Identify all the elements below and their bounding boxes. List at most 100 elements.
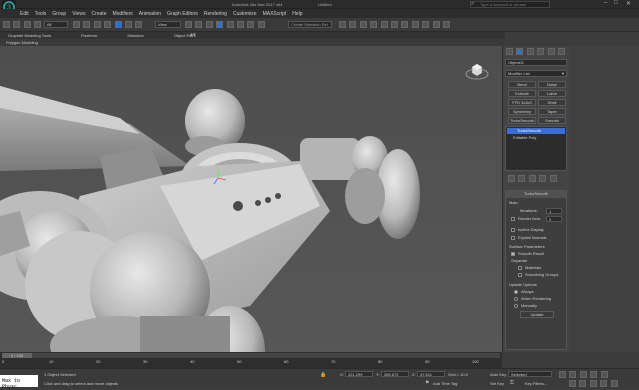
x-coordinate-field[interactable]: 421.299 [345, 371, 373, 377]
menu-item-maxscript[interactable]: MAXScript [263, 11, 287, 17]
link-icon[interactable] [23, 21, 31, 28]
move-icon[interactable] [114, 21, 122, 28]
unlink-icon[interactable] [34, 21, 42, 28]
noise-button[interactable]: Noise [538, 81, 566, 88]
smooth-button[interactable]: Smooth [538, 117, 566, 124]
select-manipulate-icon[interactable] [195, 21, 203, 28]
add-time-tag[interactable]: Add Time Tag [433, 381, 457, 386]
percent-snap-icon[interactable] [236, 21, 244, 28]
isoline-checkbox[interactable] [511, 227, 517, 233]
menu-item-edit[interactable]: Edit [20, 11, 29, 17]
menu-item-graph-editors[interactable]: Graph Editors [167, 11, 198, 17]
graphite-toggle-icon[interactable] [380, 21, 388, 28]
update-button[interactable]: Update [520, 311, 554, 318]
reference-coord-dropdown[interactable]: View [155, 21, 181, 28]
menu-item-help[interactable]: Help [292, 11, 302, 17]
show-end-result-icon[interactable] [518, 175, 526, 182]
material-editor-icon[interactable] [411, 21, 419, 28]
search-field[interactable]: Type a keyword or phrase [470, 1, 550, 8]
menu-item-modifiers[interactable]: Modifiers [112, 11, 132, 17]
motion-tab-icon[interactable] [537, 48, 545, 55]
modifier-stack[interactable]: TurboSmooth Editable Poly [505, 126, 567, 171]
create-tab-icon[interactable] [506, 48, 513, 55]
materials-checkbox[interactable] [518, 265, 524, 271]
menu-item-rendering[interactable]: Rendering [204, 11, 227, 17]
menu-item-customize[interactable]: Customize [233, 11, 257, 17]
selection-filter-dropdown[interactable]: All [44, 21, 68, 28]
minimize-icon[interactable]: – [604, 0, 607, 6]
rendered-frame-icon[interactable] [432, 21, 440, 28]
key-mode-dropdown[interactable]: Selected [508, 371, 552, 377]
snaps-toggle-icon[interactable] [216, 21, 224, 28]
play-icon[interactable] [579, 371, 587, 378]
viewcube-icon[interactable] [465, 60, 489, 80]
modifier-list-dropdown[interactable]: Modifier List ▼ [505, 70, 567, 77]
stack-item-turbosmooth[interactable]: TurboSmooth [507, 128, 565, 134]
y-coordinate-field[interactable]: 289.672 [381, 371, 409, 377]
pin-stack-icon[interactable] [508, 175, 515, 182]
maximize-viewport-icon[interactable] [610, 380, 618, 387]
shell-button[interactable]: Shell [538, 99, 566, 106]
window-crossing-icon[interactable] [104, 21, 112, 28]
stack-item-editable-poly[interactable]: Editable Poly [507, 135, 565, 141]
z-coordinate-field[interactable]: 47.611 [417, 371, 445, 377]
render-iters-spinner[interactable]: 0 [546, 216, 562, 222]
orbit-icon[interactable] [589, 380, 597, 387]
go-to-end-icon[interactable] [600, 371, 608, 378]
next-frame-icon[interactable] [590, 371, 598, 378]
always-radio[interactable] [514, 289, 520, 295]
scale-icon[interactable] [135, 21, 143, 28]
extrude-button[interactable]: Extrude [508, 90, 536, 97]
pivot-center-icon[interactable] [185, 21, 192, 28]
zoom-all-icon[interactable] [579, 380, 587, 387]
key-icon[interactable]: ⚿ [510, 380, 514, 386]
utilities-tab-icon[interactable] [557, 48, 565, 55]
layer-manager-icon[interactable] [359, 21, 367, 28]
mirror-icon[interactable] [339, 21, 346, 28]
close-icon[interactable]: ✕ [626, 0, 631, 7]
maxscript-listener[interactable]: Max to Physc. [0, 375, 38, 390]
remove-modifier-icon[interactable] [539, 175, 547, 182]
rotate-icon[interactable] [124, 21, 132, 28]
turbosmooth-button[interactable]: TurboSmooth [508, 117, 536, 124]
key-filters-button[interactable]: Key Filters... [525, 381, 547, 386]
iterations-spinner[interactable]: 1 [546, 208, 562, 214]
manually-radio[interactable] [514, 303, 520, 309]
ribbon-tab-selection[interactable]: Selection [127, 33, 143, 38]
time-slider-thumb[interactable]: 0 / 100 [2, 353, 32, 358]
when-rendering-radio[interactable] [514, 296, 520, 302]
scene-explorer-icon[interactable] [370, 21, 378, 28]
go-to-start-icon[interactable] [559, 371, 566, 378]
align-icon[interactable] [349, 21, 357, 28]
undo-icon[interactable] [3, 21, 10, 28]
modify-tab-icon[interactable] [516, 48, 524, 55]
hierarchy-tab-icon[interactable] [526, 48, 534, 55]
display-tab-icon[interactable] [547, 48, 555, 55]
schematic-view-icon[interactable] [401, 21, 409, 28]
spinner-snap-icon[interactable] [247, 21, 255, 28]
rect-select-icon[interactable] [93, 21, 101, 28]
set-key-button[interactable]: Set Key [490, 381, 504, 386]
time-slider[interactable]: 0 / 100 [2, 353, 500, 358]
ribbon-tab-freeform[interactable]: Freeform [81, 33, 97, 38]
curve-editor-icon[interactable] [390, 21, 398, 28]
keyboard-shortcut-icon[interactable] [205, 21, 213, 28]
search-icon[interactable]: ⌕ [471, 1, 474, 8]
maximize-icon[interactable]: □ [614, 0, 618, 6]
rollout-header[interactable]: TurboSmooth [506, 191, 566, 198]
ffd-3x3x3-button[interactable]: FFD 3x3x3 [508, 99, 536, 106]
object-name-field[interactable]: Object01 [505, 59, 567, 66]
named-selection-dropdown[interactable]: Create Selection Set [288, 21, 332, 28]
select-object-icon[interactable] [73, 21, 80, 28]
configure-sets-icon[interactable] [549, 175, 557, 182]
menu-item-animation[interactable]: Animation [139, 11, 161, 17]
redo-icon[interactable] [13, 21, 21, 28]
render-production-icon[interactable] [442, 21, 450, 28]
symmetry-button[interactable]: Symmetry [508, 108, 536, 115]
menu-item-tools[interactable]: Tools [35, 11, 47, 17]
bend-button[interactable]: Bend [508, 81, 536, 88]
lathe-button[interactable]: Lathe [538, 90, 566, 97]
taper-button[interactable]: Taper [538, 108, 566, 115]
lock-selection-icon[interactable]: 🔒 [320, 372, 326, 378]
pan-icon[interactable] [600, 380, 608, 387]
